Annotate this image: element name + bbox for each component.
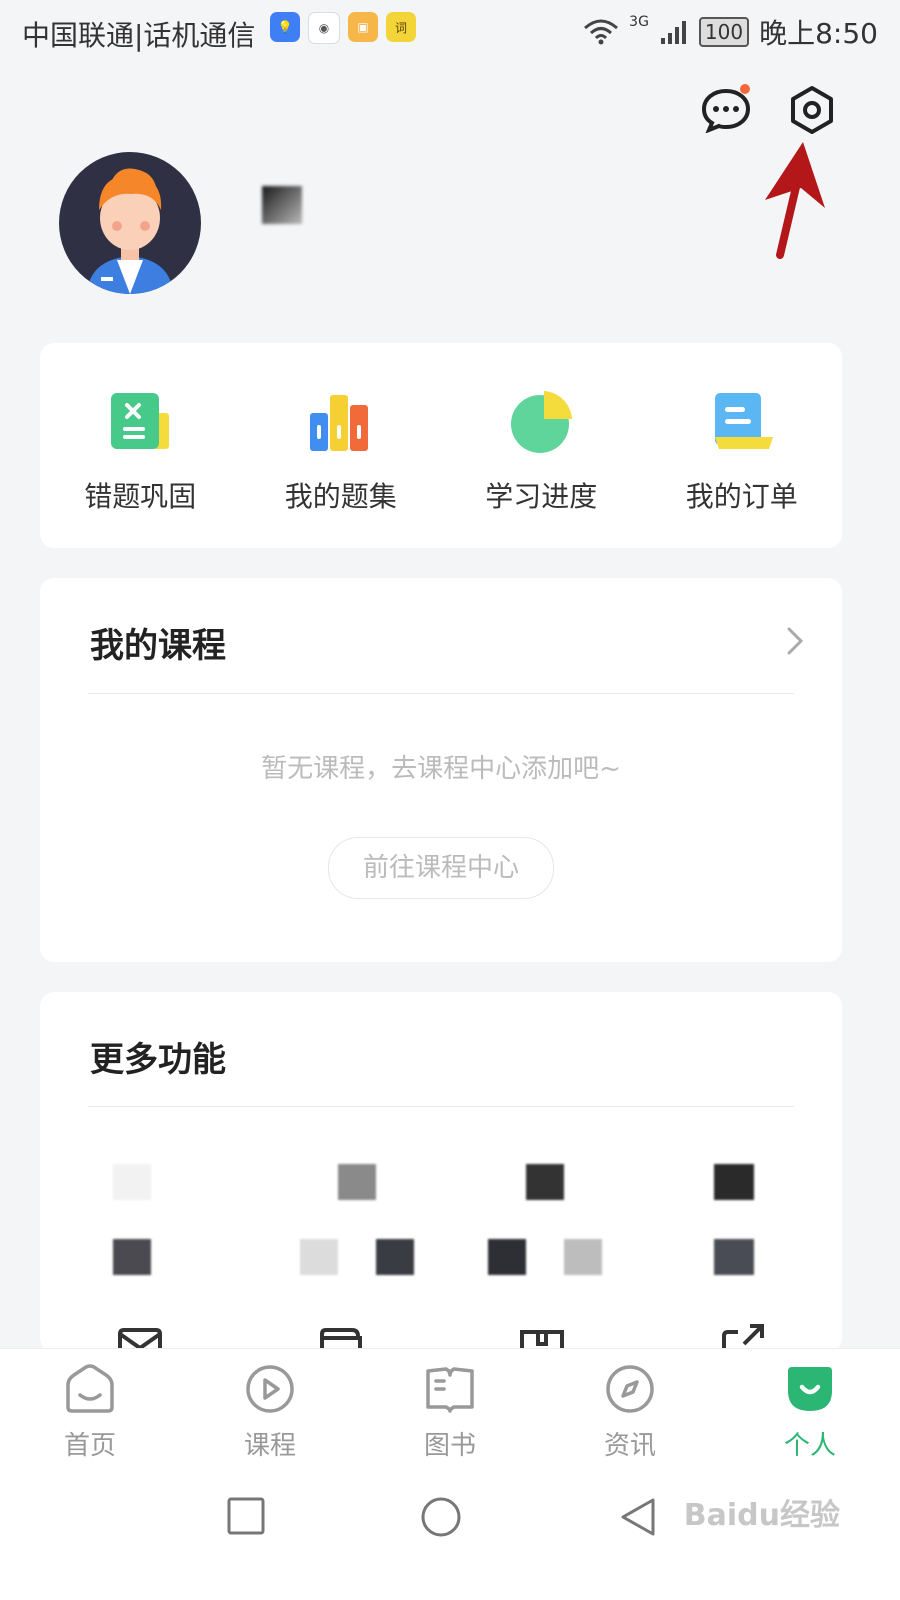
home-icon [66, 1364, 114, 1413]
lightbulb-app-icon: 💡 [270, 12, 300, 42]
box-app-icon: ▣ [348, 12, 378, 42]
feature-icon-blurred[interactable] [714, 1164, 754, 1200]
question-set-icon [309, 395, 368, 451]
status-bar: 中国联通|话机通信 💡 ◉ ▣ 词 3G 100 晚上8:50 [0, 0, 900, 62]
tab-profile[interactable]: 个人 [720, 1349, 900, 1471]
feature-icon-blurred[interactable] [113, 1164, 151, 1200]
tab-news[interactable]: 资讯 [540, 1349, 720, 1471]
feature-icon-blurred[interactable] [714, 1239, 754, 1275]
quick-actions-card: 错题巩固 我的题集 学习进度 我的订单 [40, 343, 842, 548]
top-actions [698, 82, 840, 138]
quick-label: 我的题集 [284, 480, 397, 513]
divider [88, 1106, 794, 1107]
quick-label: 错题巩固 [84, 480, 197, 513]
recents-square-icon[interactable] [226, 1496, 266, 1536]
chevron-right-icon[interactable] [786, 626, 804, 656]
go-course-center-button[interactable]: 前往课程中心 [328, 837, 554, 899]
feature-icon-blurred[interactable] [564, 1239, 602, 1275]
watermark: Baidu经验 [683, 1498, 840, 1533]
tab-label: 首页 [63, 1431, 116, 1461]
book-app-icon: 词 [386, 12, 416, 42]
quick-item-question-sets[interactable]: 我的题集 [261, 389, 421, 515]
quick-item-progress[interactable]: 学习进度 [461, 389, 621, 515]
status-right: 3G 100 晚上8:50 [583, 12, 878, 52]
tab-label: 资讯 [603, 1431, 656, 1461]
tab-label-active: 个人 [783, 1431, 836, 1461]
battery-indicator: 100 [698, 17, 750, 47]
avatar[interactable] [59, 152, 201, 294]
more-title: 更多功能 [90, 1040, 226, 1080]
wrong-question-icon [111, 393, 170, 449]
person-icon [788, 1367, 832, 1411]
tab-books[interactable]: 图书 [360, 1349, 540, 1471]
feature-icon-blurred[interactable] [488, 1239, 526, 1275]
bottom-tab-bar: 首页 课程 图书 资讯 个人 [0, 1348, 900, 1471]
username-blurred [262, 186, 302, 224]
messages-button[interactable] [698, 82, 754, 138]
feature-icon-blurred[interactable] [376, 1239, 414, 1275]
book-icon [426, 1367, 474, 1413]
more-features-card: 更多功能 [40, 992, 842, 1352]
quick-label: 我的订单 [685, 480, 798, 513]
settings-hexagon-icon [791, 86, 833, 134]
quick-item-wrong-questions[interactable]: 错题巩固 [60, 389, 220, 515]
wifi-icon [584, 19, 619, 45]
tab-label: 课程 [243, 1431, 296, 1461]
quick-item-orders[interactable]: 我的订单 [662, 389, 822, 515]
tab-home[interactable]: 首页 [0, 1349, 180, 1471]
order-icon [714, 393, 773, 449]
empty-courses-text: 暂无课程，去课程中心添加吧~ [261, 754, 621, 784]
compass-icon [606, 1365, 654, 1413]
feature-icon-blurred[interactable] [113, 1239, 151, 1275]
feature-icon-blurred[interactable] [338, 1164, 376, 1200]
quick-label: 学习进度 [485, 480, 598, 513]
play-circle-icon [246, 1365, 294, 1413]
courses-title: 我的课程 [90, 626, 226, 666]
carrier-label: 中国联通|话机通信 [22, 19, 256, 52]
my-courses-card: 我的课程 暂无课程，去课程中心添加吧~ 前往课程中心 [40, 578, 842, 962]
feature-icon-blurred[interactable] [300, 1239, 338, 1275]
back-triangle-icon[interactable] [618, 1496, 658, 1538]
home-circle-icon[interactable] [420, 1496, 462, 1538]
feature-icon-blurred[interactable] [526, 1164, 564, 1200]
progress-pie-icon [511, 391, 573, 453]
network-type: 3G [629, 14, 649, 30]
settings-button[interactable] [784, 82, 840, 138]
clock: 晚上8:50 [759, 17, 878, 50]
tab-courses[interactable]: 课程 [180, 1349, 360, 1471]
avatar-illustration-icon [87, 168, 173, 294]
annotation-arrow-icon [765, 142, 825, 259]
robot-app-icon: ◉ [308, 12, 340, 44]
tab-label: 图书 [423, 1431, 476, 1461]
notification-icons: 💡 ◉ ▣ 词 [270, 12, 416, 44]
signal-icon [660, 21, 686, 44]
divider [88, 693, 794, 694]
unread-dot [740, 84, 750, 94]
